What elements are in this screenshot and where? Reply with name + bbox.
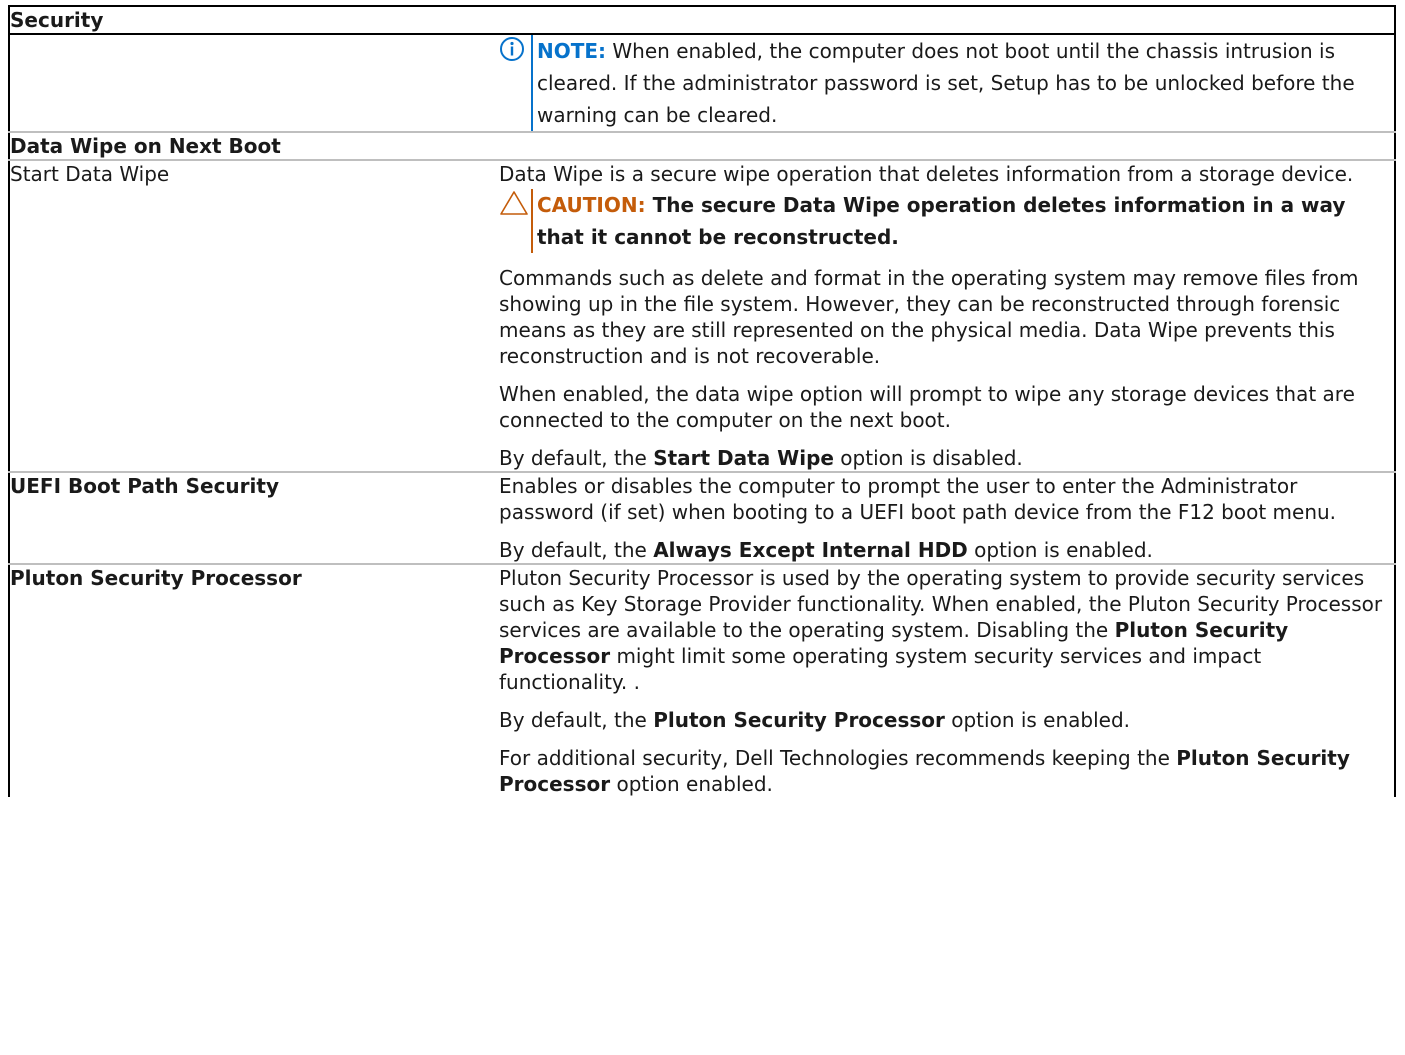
text-run: By default, the: [499, 708, 654, 732]
note-body: NOTE: When enabled, the computer does no…: [531, 35, 1394, 131]
text-run: option enabled.: [610, 772, 773, 796]
description-paragraph: Pluton Security Processor is used by the…: [499, 565, 1394, 695]
default-option-name: Start Data Wipe: [653, 446, 834, 470]
caution-callout: CAUTION: The secure Data Wipe operation …: [499, 189, 1394, 253]
text-run: might limit some operating system securi…: [499, 644, 1262, 694]
text-run: For additional security, Dell Technologi…: [499, 746, 1177, 770]
text-run: By default, the: [499, 446, 654, 470]
section-header-row: Data Wipe on Next Boot: [9, 132, 1396, 161]
option-description: Enables or disables the computer to prom…: [499, 472, 1396, 565]
table-row: Pluton Security Processor Pluton Securit…: [9, 564, 1395, 797]
default-option-name: Always Except Internal HDD: [653, 538, 968, 562]
default-setting-text: By default, the Always Except Internal H…: [499, 537, 1394, 563]
table-row: Start Data Wipe Data Wipe is a secure wi…: [9, 160, 1396, 473]
info-circle-icon: [499, 35, 531, 131]
text-run: By default, the: [499, 538, 654, 562]
empty-cell: [9, 34, 499, 133]
option-name-pluton-security-processor: Pluton Security Processor: [10, 566, 302, 590]
table-row: NOTE: When enabled, the computer does no…: [9, 34, 1396, 133]
caution-text: The secure Data Wipe operation deletes i…: [537, 193, 1346, 249]
table-header-row: Security: [9, 6, 1396, 35]
description-paragraph: Enables or disables the computer to prom…: [499, 474, 1337, 524]
warning-triangle-icon: [499, 189, 531, 253]
table-row: UEFI Boot Path Security Enables or disab…: [9, 472, 1396, 565]
table-title: Security: [9, 6, 1396, 35]
recommendation-text: For additional security, Dell Technologi…: [499, 745, 1394, 797]
text-run: option is enabled.: [967, 538, 1153, 562]
caution-body: CAUTION: The secure Data Wipe operation …: [531, 189, 1394, 253]
option-name-start-data-wipe: Start Data Wipe: [9, 160, 499, 473]
description-paragraph: When enabled, the data wipe option will …: [499, 382, 1355, 432]
security-options-table: Security NOTE: When enabled, the compute…: [8, 5, 1397, 797]
description-paragraph: Commands such as delete and format in th…: [499, 266, 1359, 368]
option-description: Data Wipe is a secure wipe operation tha…: [499, 160, 1396, 473]
note-label: NOTE:: [537, 39, 607, 63]
default-setting-text: By default, the Pluton Security Processo…: [499, 707, 1394, 733]
default-setting-text: By default, the Start Data Wipe option i…: [499, 445, 1394, 471]
text-run: option is disabled.: [833, 446, 1023, 470]
default-option-name: Pluton Security Processor: [653, 708, 945, 732]
text-run: option is enabled.: [944, 708, 1131, 732]
note-text: When enabled, the computer does not boot…: [537, 39, 1355, 127]
option-description: NOTE: When enabled, the computer does no…: [499, 34, 1396, 133]
option-name-uefi-boot-path-security: UEFI Boot Path Security: [9, 472, 499, 565]
section-title-data-wipe: Data Wipe on Next Boot: [9, 132, 1396, 161]
option-description: Pluton Security Processor is used by the…: [499, 564, 1395, 797]
caution-label: CAUTION:: [537, 193, 646, 217]
description-paragraph: Data Wipe is a secure wipe operation tha…: [499, 162, 1354, 186]
note-callout: NOTE: When enabled, the computer does no…: [499, 35, 1394, 131]
